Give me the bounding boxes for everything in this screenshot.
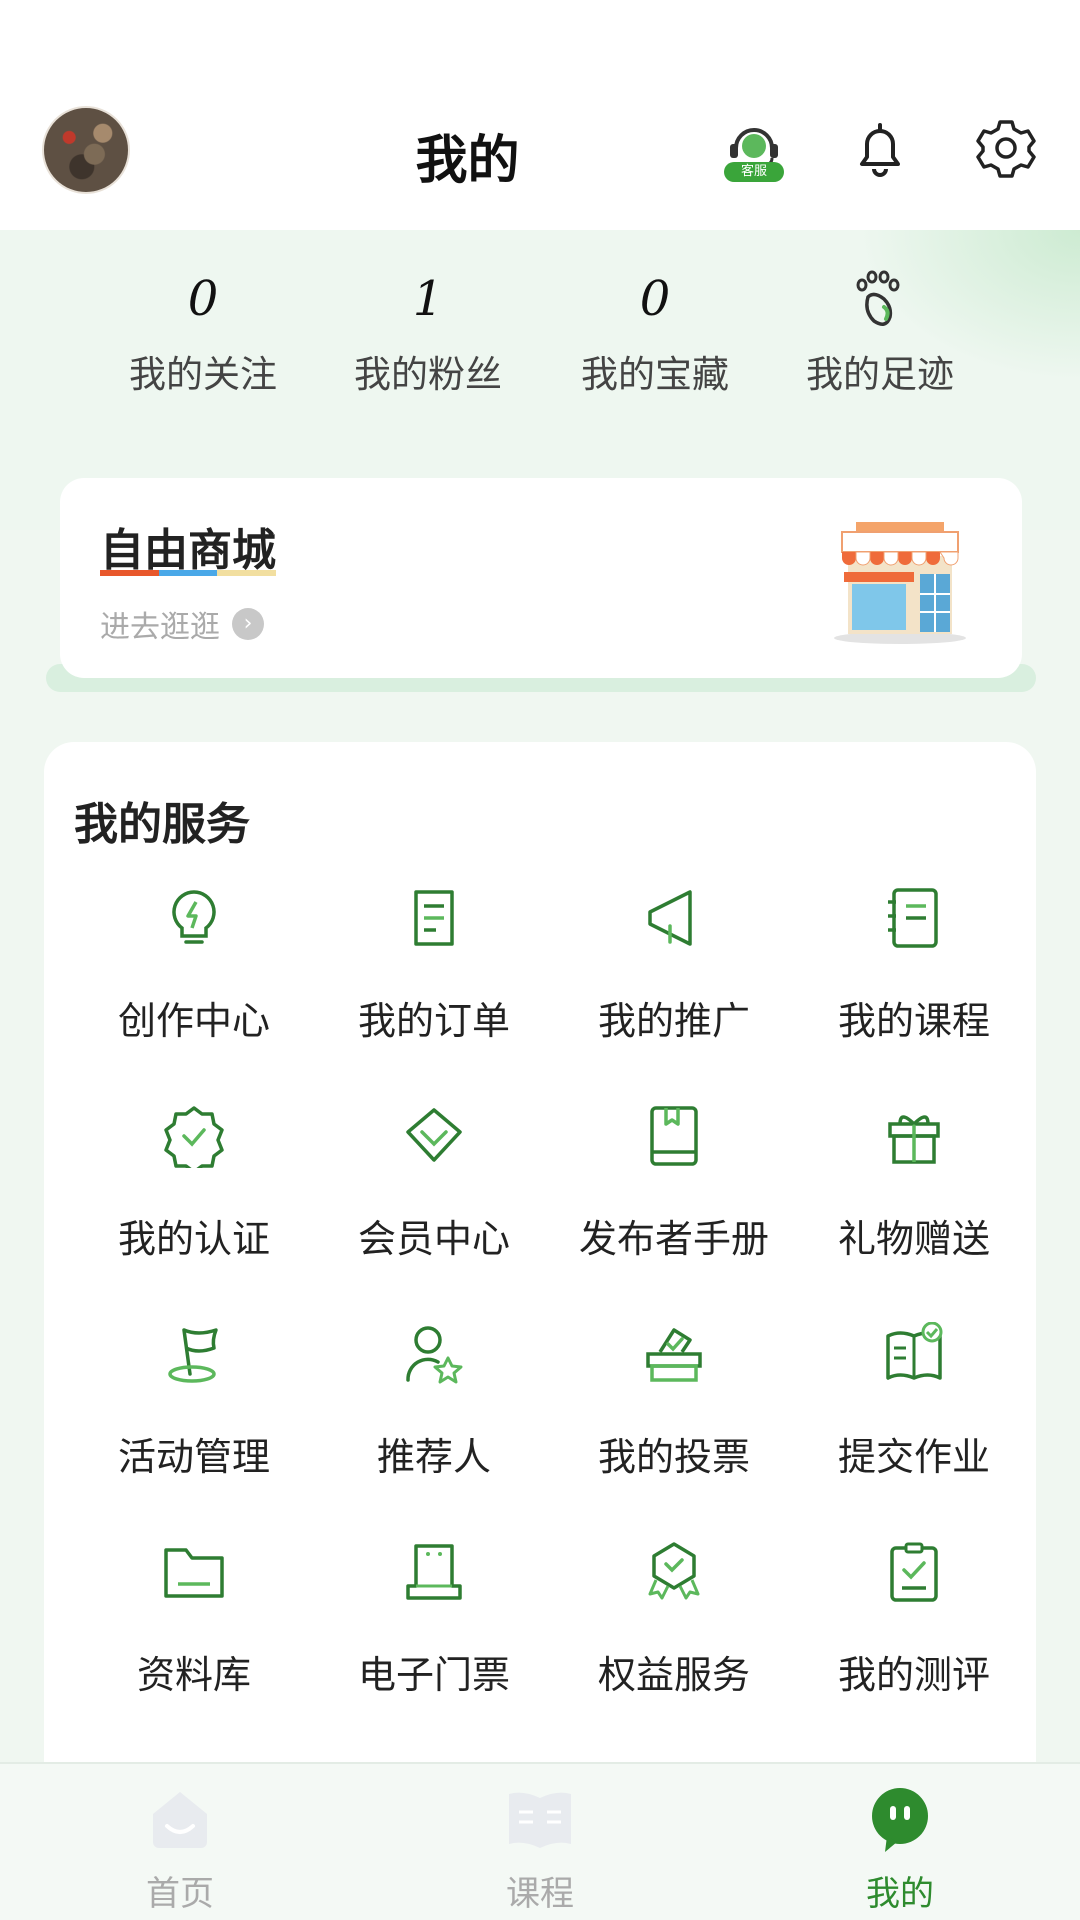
chevron-right-icon: › <box>232 608 264 640</box>
support-badge: 客服 <box>724 162 784 182</box>
mall-subtitle-link[interactable]: 进去逛逛 › <box>100 602 264 646</box>
bottom-tab-bar: 首页 课程 我的 <box>0 1762 1080 1920</box>
service-promotion[interactable]: 我的推广 <box>554 880 794 1060</box>
ticket-icon <box>396 1534 472 1610</box>
page-title: 我的 <box>415 131 520 191</box>
service-certification[interactable]: 我的认证 <box>74 1098 314 1278</box>
service-library[interactable]: 资料库 <box>74 1534 314 1714</box>
service-label: 我的推广 <box>597 999 750 1043</box>
service-label: 电子门票 <box>357 1653 510 1697</box>
stat-fans[interactable]: 1 我的粉丝 <box>328 262 528 398</box>
underline-segment-2 <box>158 570 218 576</box>
ballot-box-icon <box>636 1316 712 1392</box>
stat-footprint[interactable]: 我的足迹 <box>780 262 980 398</box>
service-label: 权益服务 <box>597 1653 750 1697</box>
gift-icon <box>876 1098 952 1174</box>
clipboard-check-icon <box>876 1534 952 1610</box>
service-label: 我的测评 <box>837 1653 990 1697</box>
service-my-votes[interactable]: 我的投票 <box>554 1316 794 1496</box>
flag-icon <box>156 1316 232 1392</box>
service-label: 我的课程 <box>837 999 990 1043</box>
service-membership[interactable]: 会员中心 <box>314 1098 554 1278</box>
service-label: 我的订单 <box>357 999 510 1043</box>
diamond-icon <box>396 1098 472 1174</box>
megaphone-icon <box>636 880 712 956</box>
service-benefits[interactable]: 权益服务 <box>554 1534 794 1714</box>
tab-label: 课程 <box>506 1874 574 1914</box>
person-star-icon <box>396 1316 472 1392</box>
service-label: 我的投票 <box>597 1435 750 1479</box>
service-referrer[interactable]: 推荐人 <box>314 1316 554 1496</box>
homework-icon <box>876 1316 952 1392</box>
service-my-courses[interactable]: 我的课程 <box>794 880 1034 1060</box>
service-creation-center[interactable]: 创作中心 <box>74 880 314 1060</box>
service-label: 创作中心 <box>117 999 270 1043</box>
service-label: 提交作业 <box>837 1435 990 1479</box>
home-icon <box>145 1784 215 1858</box>
services-title: 我的服务 <box>74 799 250 850</box>
shield-award-icon <box>636 1534 712 1610</box>
support-icon[interactable]: 客服 <box>716 110 792 186</box>
stat-fans-count: 1 <box>412 271 444 327</box>
mall-card[interactable]: 自由商城 进去逛逛 › <box>60 478 1022 678</box>
mall-title-underline <box>100 570 277 576</box>
service-label: 资料库 <box>136 1653 251 1697</box>
service-label: 会员中心 <box>357 1217 510 1261</box>
storefront-icon <box>830 516 970 646</box>
tab-courses[interactable]: 课程 <box>440 1784 640 1915</box>
tab-label: 我的 <box>866 1874 934 1914</box>
service-label: 发布者手册 <box>578 1217 769 1261</box>
service-gift-giving[interactable]: 礼物赠送 <box>794 1098 1034 1278</box>
profile-mascot-icon <box>865 1784 935 1858</box>
service-submit-homework[interactable]: 提交作业 <box>794 1316 1034 1496</box>
service-e-ticket[interactable]: 电子门票 <box>314 1534 554 1714</box>
top-header: 我的 客服 <box>0 0 1080 230</box>
tab-profile[interactable]: 我的 <box>800 1784 1000 1915</box>
verified-badge-icon <box>156 1098 232 1174</box>
lightbulb-icon <box>156 880 232 956</box>
mall-title: 自由商城 <box>100 525 276 576</box>
mall-subtitle: 进去逛逛 <box>100 610 220 645</box>
notebook-icon <box>876 880 952 956</box>
stat-following-count: 0 <box>187 271 219 327</box>
services-card: 我的服务 创作中心 我的订单 我的推广 我的课程 我的认证 会员中心 发布者手册… <box>44 742 1036 1802</box>
bell-icon[interactable] <box>842 110 918 186</box>
service-my-assessment[interactable]: 我的测评 <box>794 1534 1034 1714</box>
stat-treasure-label: 我的宝藏 <box>581 353 729 396</box>
stat-treasure-count: 0 <box>639 271 671 327</box>
underline-segment-1 <box>100 570 159 576</box>
stat-following[interactable]: 0 我的关注 <box>103 262 303 398</box>
order-icon <box>396 880 472 956</box>
course-book-icon <box>505 1784 575 1858</box>
service-publisher-handbook[interactable]: 发布者手册 <box>554 1098 794 1278</box>
service-label: 活动管理 <box>117 1435 270 1479</box>
tab-label: 首页 <box>146 1874 214 1914</box>
service-label: 礼物赠送 <box>837 1217 990 1261</box>
folder-icon <box>156 1534 232 1610</box>
stat-fans-label: 我的粉丝 <box>354 353 502 396</box>
gear-icon[interactable] <box>968 110 1044 186</box>
service-label: 推荐人 <box>376 1435 491 1479</box>
footprint-icon <box>780 262 980 336</box>
stat-footprint-label: 我的足迹 <box>806 353 954 396</box>
book-icon <box>636 1098 712 1174</box>
service-my-orders[interactable]: 我的订单 <box>314 880 554 1060</box>
stat-treasure[interactable]: 0 我的宝藏 <box>555 262 755 398</box>
stat-following-label: 我的关注 <box>129 353 277 396</box>
service-activity-management[interactable]: 活动管理 <box>74 1316 314 1496</box>
service-label: 我的认证 <box>117 1217 270 1261</box>
underline-segment-3 <box>217 570 277 576</box>
tab-home[interactable]: 首页 <box>80 1784 280 1915</box>
